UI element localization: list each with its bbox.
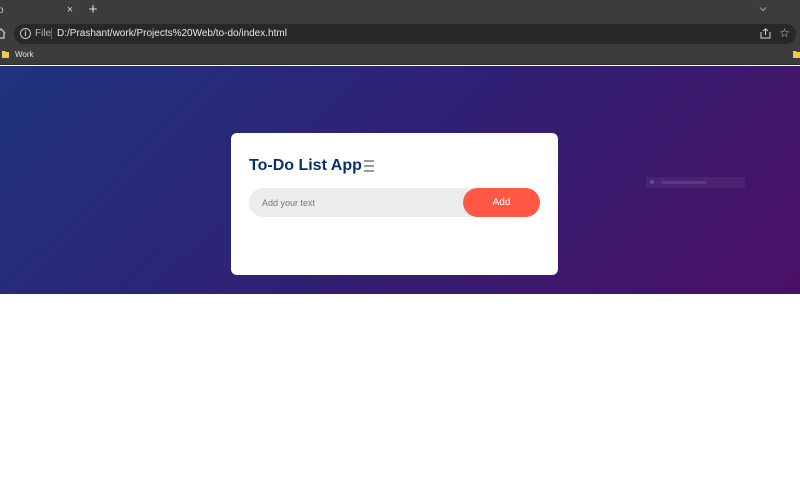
app-title: To-Do List App [249,157,362,174]
home-icon[interactable] [0,27,6,39]
add-button[interactable]: Add [463,188,540,217]
bookmarks-bar [0,45,800,65]
new-tab-icon[interactable]: + [86,2,100,18]
bookmark-work[interactable]: Work [15,50,34,59]
menu-icon[interactable] [363,159,375,173]
task-input[interactable] [262,193,452,212]
faded-overlay [646,177,745,188]
folder-icon[interactable] [793,50,800,58]
tab-close-icon[interactable]: × [65,4,75,16]
chevron-down-icon[interactable] [758,4,768,14]
faded-bar [662,181,706,184]
folder-icon [2,51,9,58]
share-icon[interactable] [760,28,771,39]
address-url[interactable]: D:/Prashant/work/Projects%20Web/to-do/in… [57,28,287,39]
address-scheme-label: File [35,28,52,39]
faded-dot [650,180,654,184]
address-divider [51,28,52,39]
star-icon[interactable]: ☆ [779,27,790,39]
info-icon[interactable]: i [20,28,31,39]
tab-title: o [0,5,4,16]
tab-strip [0,0,800,22]
